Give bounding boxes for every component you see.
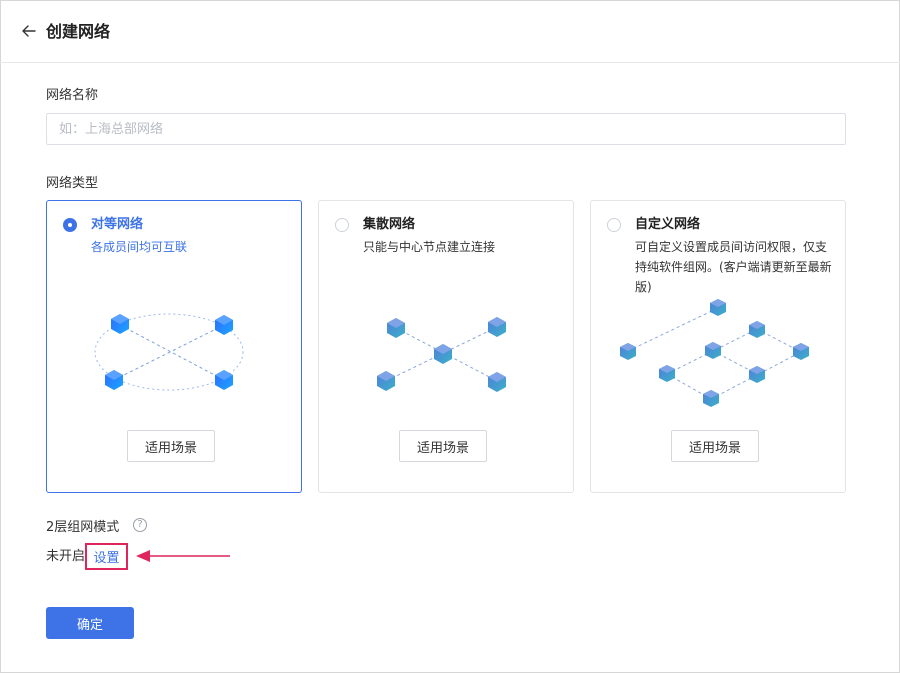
custom-network-diagram (620, 299, 809, 407)
peer-network-diagram (94, 313, 244, 391)
use-case-button[interactable]: 适用场景 (671, 430, 759, 462)
radio-peer[interactable] (63, 218, 77, 232)
card-title: 集散网络 (363, 217, 416, 232)
node-cube-icon (710, 299, 726, 316)
node-cube-icon (377, 371, 395, 391)
network-type-card-peer[interactable]: 对等网络 各成员间均可互联 适用场景 (46, 200, 302, 493)
radio-hub[interactable] (335, 218, 349, 232)
node-cube-icon (488, 317, 506, 337)
node-cube-icon (620, 343, 636, 360)
card-title: 自定义网络 (635, 217, 701, 232)
radio-custom[interactable] (607, 218, 621, 232)
node-cube-icon (387, 318, 405, 338)
node-cube-icon (749, 321, 765, 338)
card-desc: 可自定义设置成员间访问权限，仅支持纯软件组网。(客户端请更新至最新版) (635, 240, 832, 294)
hub-network-diagram (377, 317, 506, 392)
use-case-button[interactable]: 适用场景 (127, 430, 215, 462)
network-type-card-hub[interactable]: 集散网络 只能与中心节点建立连接 适用场景 (318, 200, 574, 493)
card-title: 对等网络 (91, 217, 144, 232)
node-cube-icon (749, 366, 765, 383)
network-type-label: 网络类型 (46, 176, 99, 191)
use-case-button[interactable]: 适用场景 (399, 430, 487, 462)
page-title: 创建网络 (46, 22, 111, 41)
network-name-input[interactable] (46, 113, 846, 145)
node-cube-icon (488, 372, 506, 392)
page-header: 创建网络 (0, 0, 900, 63)
layer2-mode-label: 2层组网模式 (46, 520, 120, 535)
card-desc: 各成员间均可互联 (91, 240, 188, 254)
hub-center-cube-icon (434, 344, 452, 364)
layer2-status: 未开启 (46, 549, 86, 564)
node-cube-icon (659, 365, 675, 382)
node-cube-icon (793, 343, 809, 360)
node-cube-icon (703, 390, 719, 407)
network-name-label: 网络名称 (46, 88, 99, 103)
card-desc: 只能与中心节点建立连接 (363, 240, 496, 254)
node-cube-icon (705, 342, 721, 359)
arrow-left-icon[interactable] (20, 22, 38, 40)
node-cube-icon (111, 314, 129, 334)
node-cube-icon (215, 315, 233, 335)
confirm-button[interactable]: 确定 (46, 607, 134, 639)
node-cube-icon (105, 370, 123, 390)
layer2-settings-link[interactable]: 设置 (85, 543, 128, 570)
network-type-card-custom[interactable]: 自定义网络 可自定义设置成员间访问权限，仅支持纯软件组网。(客户端请更新至最新版… (590, 200, 846, 493)
annotation-arrow-icon (136, 550, 230, 562)
help-icon[interactable]: ? (133, 518, 147, 532)
